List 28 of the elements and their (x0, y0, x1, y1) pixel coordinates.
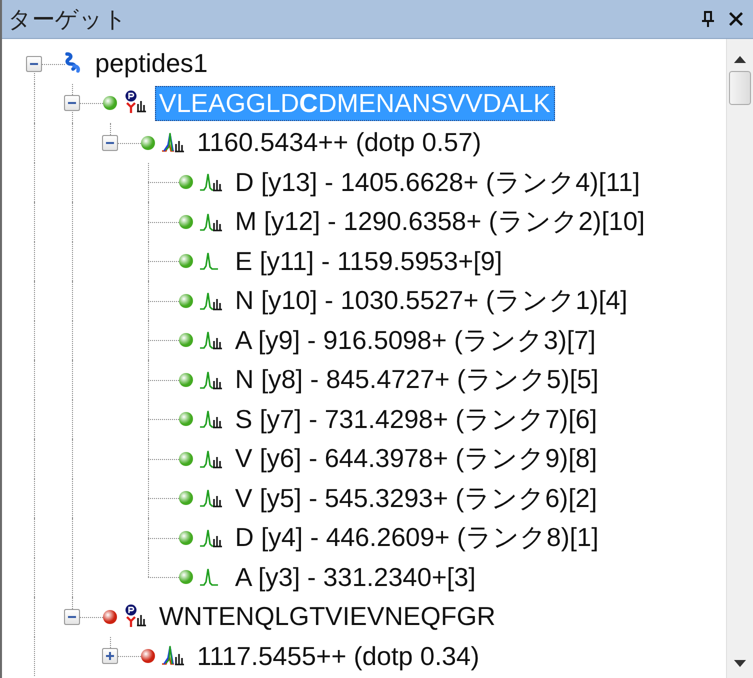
tree-item[interactable]: V [y5] - 545.3293+ (ランク6)[2] (231, 478, 602, 518)
collapse-icon[interactable] (102, 134, 118, 151)
tree-item[interactable]: N [y8] - 845.4727+ (ランク5)[5] (231, 360, 603, 400)
peptide-icon (123, 604, 149, 630)
scrollbar[interactable] (726, 39, 753, 678)
collapse-icon[interactable] (26, 56, 42, 72)
pin-icon[interactable] (699, 10, 717, 28)
tree-item[interactable]: peptides1 (91, 46, 212, 82)
scroll-down-icon[interactable] (734, 660, 746, 668)
tree-item[interactable]: V [y6] - 644.3978+ (ランク9)[8] (231, 439, 602, 478)
tree-item[interactable]: M [y12] - 1290.6358+ (ランク2)[10] (231, 202, 649, 242)
panel-title: ターゲット (8, 4, 128, 34)
collapse-icon[interactable] (64, 95, 80, 112)
tree-item[interactable]: A [y3] - 331.2340+[3] (231, 560, 480, 595)
tree-item[interactable]: D [y4] - 446.2609+ (ランク8)[1] (231, 518, 603, 558)
collapse-icon[interactable] (64, 608, 80, 625)
tree-item[interactable]: 1117.5455++ (dotp 0.34) (193, 638, 484, 674)
tree-item[interactable]: S [y7] - 731.4298+ (ランク7)[6] (231, 400, 602, 439)
tree-item[interactable]: 1160.5434++ (dotp 0.57) (193, 125, 486, 160)
scroll-up-icon[interactable] (734, 55, 746, 63)
tree-item[interactable]: E [y11] - 1159.5953+[9] (231, 244, 506, 279)
tree-item[interactable]: A [y9] - 916.5098+ (ランク3)[7] (231, 320, 600, 360)
close-icon[interactable] (727, 10, 745, 28)
expand-icon[interactable] (102, 648, 118, 664)
scroll-thumb[interactable] (729, 71, 751, 105)
tree-item[interactable]: N [y10] - 1030.5527+ (ランク1)[4] (231, 281, 632, 320)
tree-item[interactable]: WNTENQLGTVIEVNEQFGR (155, 599, 500, 634)
tree-item[interactable]: D [y13] - 1405.6628+ (ランク4)[11] (231, 162, 644, 202)
